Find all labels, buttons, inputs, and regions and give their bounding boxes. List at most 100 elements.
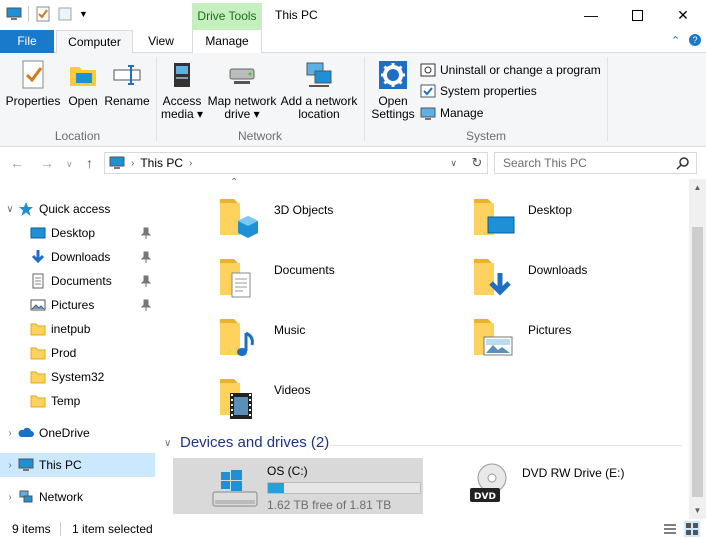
- breadcrumb-chevron-icon[interactable]: ›: [189, 158, 192, 169]
- status-separator: [60, 522, 61, 536]
- qat-dropdown-icon[interactable]: ▼: [79, 9, 88, 19]
- content-scrollbar[interactable]: ▲ ▼: [689, 179, 706, 519]
- computer-management-icon: [420, 107, 436, 120]
- search-input[interactable]: Search This PC: [494, 152, 697, 174]
- drive-usage-fill: [268, 483, 284, 493]
- star-icon: [19, 202, 33, 216]
- minimize-button[interactable]: —: [568, 0, 614, 30]
- window-title: This PC: [275, 8, 318, 22]
- pictures-folder-icon: [474, 319, 513, 356]
- section-collapse-chevron-icon[interactable]: ∨: [164, 438, 171, 449]
- breadcrumb-this-pc[interactable]: This PC: [140, 156, 183, 170]
- folder-downloads[interactable]: Downloads: [468, 253, 698, 309]
- nav-item-prod[interactable]: Prod: [0, 341, 155, 365]
- properties-label: Properties: [5, 94, 61, 108]
- new-folder-icon[interactable]: [57, 6, 73, 22]
- 3d-objects-folder-icon: [220, 199, 258, 238]
- folder-videos[interactable]: Videos: [214, 373, 444, 429]
- properties-icon[interactable]: [35, 6, 51, 22]
- add-network-location-label: Add a network location: [280, 94, 358, 121]
- tab-file[interactable]: File: [0, 30, 54, 53]
- tab-view[interactable]: View: [138, 30, 184, 53]
- address-bar[interactable]: › This PC › ∨: [104, 152, 488, 174]
- nav-network[interactable]: › Network: [0, 485, 155, 509]
- open-settings-button[interactable]: Open Settings: [370, 59, 416, 121]
- nav-item-inetpub[interactable]: inetpub: [0, 317, 155, 341]
- expanded-chevron-icon[interactable]: ∨: [2, 204, 18, 215]
- folder-pictures[interactable]: Pictures: [468, 313, 698, 369]
- drive-os-c[interactable]: OS (C:) 1.62 TB free of 1.81 TB: [173, 458, 423, 514]
- recent-locations-chevron-icon[interactable]: ∨: [66, 159, 73, 170]
- pin-icon[interactable]: [141, 275, 151, 287]
- nav-item-pictures[interactable]: Pictures: [0, 293, 155, 317]
- address-dropdown-icon[interactable]: ∨: [450, 158, 457, 169]
- nav-item-system32[interactable]: System32: [0, 365, 155, 389]
- nav-item-desktop[interactable]: Desktop: [0, 221, 155, 245]
- help-icon[interactable]: ?: [689, 34, 701, 46]
- details-view-icon[interactable]: [662, 521, 678, 537]
- large-icons-view-icon[interactable]: [684, 521, 700, 537]
- folder-desktop[interactable]: Desktop: [468, 193, 698, 249]
- folder-documents[interactable]: Documents: [214, 253, 444, 309]
- pin-icon[interactable]: [141, 299, 151, 311]
- system-group-label: System: [465, 129, 506, 143]
- devices-and-drives-header[interactable]: Devices and drives (2): [180, 434, 329, 451]
- close-button[interactable]: ✕: [660, 0, 706, 30]
- scroll-thumb[interactable]: [692, 227, 703, 497]
- nav-item-temp[interactable]: Temp: [0, 389, 155, 413]
- nav-item-documents[interactable]: Documents: [0, 269, 155, 293]
- forward-arrow-icon[interactable]: →: [40, 155, 54, 171]
- up-arrow-icon[interactable]: ↑: [86, 155, 93, 171]
- section-divider: [330, 445, 682, 446]
- maximize-icon: [631, 9, 643, 21]
- this-pc-icon: [18, 458, 34, 471]
- this-pc-icon[interactable]: [6, 6, 22, 22]
- music-folder-icon: [220, 319, 254, 356]
- address-row: ← → ∨ ↑ › This PC › ∨ ↻ Search This PC: [0, 147, 706, 179]
- back-arrow-icon[interactable]: ←: [10, 155, 24, 171]
- tab-manage[interactable]: Manage: [192, 30, 262, 53]
- collapse-ribbon-icon[interactable]: ⌃: [671, 34, 680, 47]
- manage-button[interactable]: Manage: [420, 105, 483, 121]
- rename-button[interactable]: Rename: [104, 59, 150, 108]
- drive-dvd-rw-e[interactable]: DVD DVD RW Drive (E:): [468, 462, 698, 506]
- collapsed-chevron-icon[interactable]: ›: [2, 492, 18, 503]
- windows-drive-icon: [212, 470, 258, 507]
- add-network-location-button[interactable]: Add a network location: [280, 59, 358, 121]
- collapsed-chevron-icon[interactable]: ›: [2, 428, 18, 439]
- nav-quick-access[interactable]: ∨ Quick access: [0, 197, 155, 221]
- search-icon[interactable]: [676, 156, 690, 170]
- nav-item-downloads[interactable]: Downloads: [0, 245, 155, 269]
- pin-icon[interactable]: [141, 227, 151, 239]
- map-network-drive-button[interactable]: Map network drive ▾: [206, 59, 278, 121]
- maximize-button[interactable]: [614, 0, 660, 30]
- open-label: Open: [68, 94, 98, 108]
- collapsed-chevron-icon[interactable]: ›: [2, 460, 18, 471]
- pin-icon[interactable]: [141, 251, 151, 263]
- dvd-drive-icon: DVD: [470, 463, 507, 502]
- uninstall-program-button[interactable]: Uninstall or change a program: [420, 62, 601, 78]
- breadcrumb-chevron-icon[interactable]: ›: [131, 158, 134, 169]
- system-properties-button[interactable]: System properties: [420, 83, 537, 99]
- scroll-up-icon[interactable]: ▲: [689, 179, 706, 196]
- uninstall-icon: [420, 63, 436, 77]
- properties-button[interactable]: Properties: [6, 59, 60, 108]
- nav-onedrive[interactable]: › OneDrive: [0, 421, 155, 445]
- map-network-drive-label: Map network drive ▾: [207, 94, 277, 121]
- scroll-down-icon[interactable]: ▼: [689, 502, 706, 519]
- minimize-icon: —: [584, 7, 598, 23]
- folder-icon: [30, 347, 46, 360]
- open-button[interactable]: Open: [64, 59, 102, 108]
- nav-this-pc[interactable]: › This PC: [0, 453, 155, 477]
- access-media-button[interactable]: Access media ▾: [160, 59, 204, 121]
- network-drive-icon: [229, 68, 255, 84]
- folder-music[interactable]: Music: [214, 313, 444, 369]
- folder-3d-objects[interactable]: 3D Objects: [214, 193, 444, 249]
- refresh-button[interactable]: ↻: [466, 152, 488, 174]
- properties-icon: [22, 60, 44, 89]
- tab-computer[interactable]: Computer: [56, 30, 133, 54]
- folder-icon: [30, 395, 46, 408]
- section-collapse-chevron-icon[interactable]: ⌃: [230, 177, 238, 188]
- document-icon: [32, 273, 44, 289]
- open-folder-icon: [70, 67, 96, 86]
